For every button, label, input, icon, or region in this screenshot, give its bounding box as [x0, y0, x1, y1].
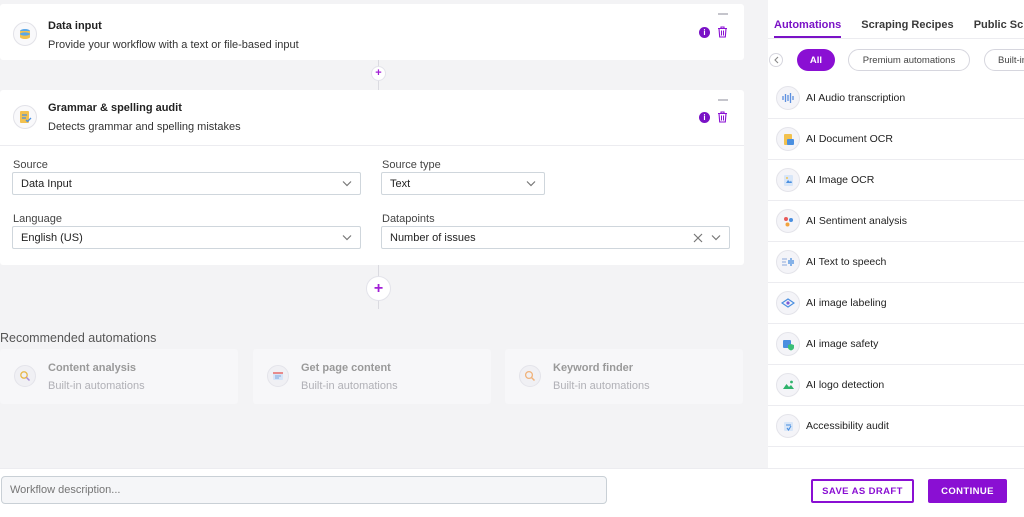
automation-label: AI Document OCR — [806, 133, 893, 145]
recommended-item[interactable]: Get page content Built-in automations — [253, 349, 491, 404]
recommended-subtitle: Built-in automations — [48, 380, 145, 392]
add-step-button[interactable]: + — [366, 276, 391, 301]
workflow-canvas: Data input Provide your workflow with a … — [0, 0, 768, 468]
tab-automations[interactable]: Automations — [774, 19, 842, 38]
trash-icon[interactable] — [717, 26, 728, 38]
chevron-down-icon — [342, 181, 352, 187]
recommended-subtitle: Built-in automations — [553, 380, 650, 392]
recommended-title: Content analysis — [48, 362, 137, 374]
logo-detection-icon — [776, 373, 800, 397]
automation-label: AI Audio transcription — [806, 92, 906, 104]
page-content-icon — [267, 365, 289, 387]
sentiment-icon — [776, 209, 800, 233]
automation-item[interactable]: AI Text to speech — [768, 242, 1024, 283]
automations-panel: Automations Scraping Recipes Public Scra… — [768, 0, 1024, 468]
source-type-label: Source type — [382, 159, 441, 171]
image-label-icon — [776, 291, 800, 315]
automation-item[interactable]: AI Audio transcription — [768, 78, 1024, 119]
automation-item[interactable]: Accessibility audit — [768, 406, 1024, 447]
tabs-divider — [768, 38, 1024, 39]
text-to-speech-icon — [776, 250, 800, 274]
source-label: Source — [13, 159, 48, 171]
step-subtitle: Detects grammar and spelling mistakes — [48, 121, 241, 133]
automation-label: AI Sentiment analysis — [806, 215, 907, 227]
datapoints-value: Number of issues — [390, 232, 476, 244]
automation-label: AI Image OCR — [806, 174, 875, 186]
continue-button[interactable]: CONTINUE — [928, 479, 1007, 503]
filter-chip-all[interactable]: All — [797, 49, 835, 71]
automation-label: AI image labeling — [806, 297, 887, 309]
image-safety-icon — [776, 332, 800, 356]
recommended-subtitle: Built-in automations — [301, 380, 398, 392]
chevron-down-icon — [526, 181, 536, 187]
connector-line — [378, 81, 379, 90]
recommended-heading: Recommended automations — [0, 331, 157, 345]
chevron-down-icon — [342, 235, 352, 241]
automation-item[interactable]: AI Image OCR — [768, 160, 1024, 201]
drag-handle-icon[interactable] — [718, 13, 728, 15]
automation-item[interactable]: AI Sentiment analysis — [768, 201, 1024, 242]
step-title: Grammar & spelling audit — [48, 102, 182, 114]
audio-wave-icon — [776, 86, 800, 110]
automation-item[interactable]: AI image labeling — [768, 283, 1024, 324]
data-input-icon — [13, 22, 37, 46]
add-step-button[interactable]: + — [371, 66, 386, 81]
recommended-item[interactable]: Keyword finder Built-in automations — [505, 349, 743, 404]
panel-tabs: Automations Scraping Recipes Public Scra… — [774, 19, 1024, 38]
card-divider — [0, 145, 744, 146]
trash-icon[interactable] — [717, 111, 728, 123]
connector-line — [378, 265, 379, 276]
step-card-grammar-audit[interactable]: Grammar & spelling audit Detects grammar… — [0, 90, 744, 265]
filter-chip-premium[interactable]: Premium automations — [848, 49, 970, 71]
source-select[interactable]: Data Input — [12, 172, 361, 195]
chevron-left-icon[interactable] — [769, 53, 783, 67]
accessibility-icon — [776, 414, 800, 438]
save-as-draft-button[interactable]: SAVE AS DRAFT — [811, 479, 914, 503]
step-subtitle: Provide your workflow with a text or fil… — [48, 39, 299, 51]
filter-chip-built-in[interactable]: Built-in — [984, 49, 1024, 71]
datapoints-label: Datapoints — [382, 213, 435, 225]
language-select[interactable]: English (US) — [12, 226, 361, 249]
grammar-check-icon — [13, 105, 37, 129]
automation-label: AI logo detection — [806, 379, 885, 391]
chevron-down-icon — [711, 235, 721, 241]
automation-label: AI Text to speech — [806, 256, 887, 268]
tab-public-scraping[interactable]: Public Scraping — [974, 19, 1024, 36]
drag-handle-icon[interactable] — [718, 99, 728, 101]
language-value: English (US) — [21, 232, 83, 244]
source-type-value: Text — [390, 178, 411, 190]
automation-label: AI image safety — [806, 338, 879, 350]
image-ocr-icon — [776, 168, 800, 192]
recommended-title: Keyword finder — [553, 362, 634, 374]
recommended-title: Get page content — [301, 362, 391, 374]
tab-scraping-recipes[interactable]: Scraping Recipes — [861, 19, 953, 36]
automation-label: Accessibility audit — [806, 420, 889, 432]
language-label: Language — [13, 213, 62, 225]
clear-icon[interactable] — [693, 233, 703, 243]
document-ocr-icon — [776, 127, 800, 151]
connector-line — [378, 301, 379, 309]
magnifier-spark-icon — [14, 365, 36, 387]
datapoints-select[interactable]: Number of issues — [381, 226, 730, 249]
info-icon[interactable]: i — [699, 27, 710, 38]
step-header: Data input Provide your workflow with a … — [0, 4, 744, 60]
step-card-data-input[interactable]: Data input Provide your workflow with a … — [0, 4, 744, 60]
step-title: Data input — [48, 20, 102, 32]
automation-item[interactable]: AI logo detection — [768, 365, 1024, 406]
source-value: Data Input — [21, 178, 72, 190]
automation-item[interactable]: AI Document OCR — [768, 119, 1024, 160]
step-header: Grammar & spelling audit Detects grammar… — [0, 90, 744, 146]
automation-item[interactable]: AI image safety — [768, 324, 1024, 365]
workflow-description-input[interactable] — [1, 476, 607, 504]
keyword-search-icon — [519, 365, 541, 387]
source-type-select[interactable]: Text — [381, 172, 545, 195]
recommended-item[interactable]: Content analysis Built-in automations — [0, 349, 238, 404]
info-icon[interactable]: i — [699, 112, 710, 123]
